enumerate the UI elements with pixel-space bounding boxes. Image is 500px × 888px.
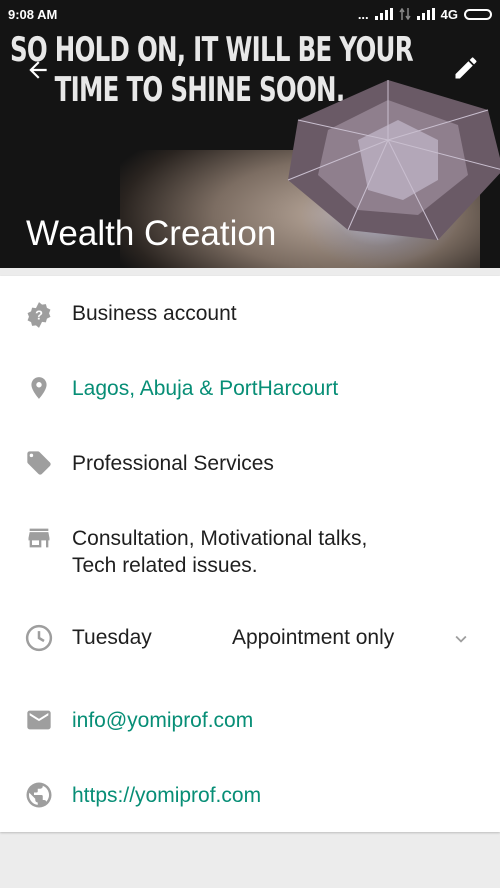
network-type: 4G [440, 6, 458, 22]
battery-icon [464, 8, 492, 20]
email-icon [24, 705, 54, 735]
tag-icon [24, 448, 54, 478]
status-dots: ... [357, 6, 369, 22]
pencil-icon [455, 57, 477, 79]
status-icons: ... 4G [358, 7, 492, 22]
category-label: Professional Services [72, 452, 274, 475]
website-link[interactable]: https://yomiprof.com [72, 782, 261, 809]
back-button[interactable] [20, 52, 56, 88]
clock-icon [24, 623, 54, 653]
quote-line-1: SO HOLD ON, IT WILL BE YOUR [10, 30, 414, 70]
chevron-down-icon[interactable] [450, 628, 472, 650]
location-link[interactable]: Lagos, Abuja & PortHarcourt [72, 375, 338, 402]
signal-icon [374, 8, 393, 20]
account-type-label: Business account [72, 302, 237, 325]
description-line-2: Tech related issues. [72, 554, 258, 577]
profile-title: Wealth Creation [26, 214, 277, 253]
signal-icon-2 [416, 8, 435, 20]
description-line-1: Consultation, Motivational talks, [72, 527, 368, 550]
arrow-back-icon [29, 61, 47, 79]
store-icon [24, 523, 54, 553]
globe-icon [24, 780, 54, 810]
svg-text:?: ? [35, 308, 43, 323]
hours-value: Appointment only [232, 626, 395, 649]
hours-day: Tuesday [72, 626, 152, 649]
description-text: Consultation, Motivational talks, Tech r… [72, 525, 367, 579]
profile-header: 9:08 AM ... 4G SO HOLD ON, IT WILL BE YO… [0, 0, 500, 268]
status-bar: 9:08 AM ... 4G [0, 0, 500, 28]
email-link[interactable]: info@yomiprof.com [72, 707, 253, 734]
data-transfer-icon [399, 8, 411, 20]
status-time: 9:08 AM [8, 6, 58, 22]
diamond-image [287, 80, 500, 241]
business-details-card: ? Business account Lagos, Abuja & PortHa… [0, 276, 500, 832]
badge-question-icon: ? [24, 300, 54, 330]
location-pin-icon [24, 373, 54, 403]
edit-button[interactable] [448, 50, 484, 86]
